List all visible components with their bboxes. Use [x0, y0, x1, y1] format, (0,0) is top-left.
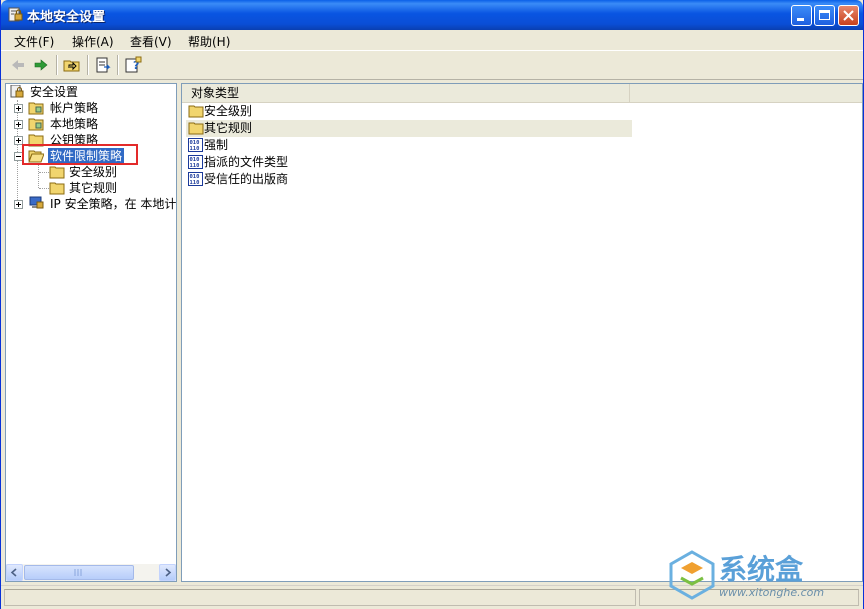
- main-window: 本地安全设置 文件(F) 操作(A) 查看(V) 帮助(H) ? 安全设置 帐户…: [0, 0, 864, 609]
- watermark-logo-icon: [669, 550, 715, 600]
- tree-item-local-policy[interactable]: 本地策略: [6, 116, 176, 132]
- close-button[interactable]: [838, 5, 859, 26]
- scroll-thumb[interactable]: [24, 565, 134, 580]
- list-label: 强制: [204, 138, 229, 152]
- expand-plus-icon[interactable]: [14, 200, 23, 209]
- tree-label: 安全设置: [30, 85, 79, 99]
- expand-plus-icon[interactable]: [14, 120, 23, 129]
- list-label: 受信任的出版商: [204, 172, 289, 186]
- menu-view[interactable]: 查看(V): [130, 33, 172, 50]
- toolbar-separator: [117, 55, 119, 75]
- computer-lock-icon: [29, 196, 44, 209]
- horizontal-scrollbar[interactable]: [6, 564, 176, 581]
- tree-pane[interactable]: 安全设置 帐户策略 本地策略 公钥策略 软件限制策略 安全级别 其它规则 IP …: [5, 83, 177, 582]
- column-header-object-type[interactable]: 对象类型: [182, 84, 630, 102]
- svg-text:110: 110: [190, 180, 200, 186]
- policy-folder-icon: [28, 102, 44, 115]
- folder-icon: [188, 122, 204, 135]
- annotation-highlight-box: [22, 144, 138, 165]
- tree-item-account-policy[interactable]: 帐户策略: [6, 100, 176, 116]
- site-watermark: 系统盒 www.xitonghe.com: [669, 548, 859, 604]
- maximize-icon: [819, 10, 830, 20]
- folder-icon: [188, 105, 204, 118]
- tree-item-security-levels[interactable]: 安全级别: [6, 164, 176, 180]
- grip-icon: [74, 569, 82, 576]
- toolbar-separator: [87, 55, 89, 75]
- list-label: 安全级别: [204, 104, 253, 118]
- back-arrow-icon[interactable]: [9, 56, 27, 74]
- toolbar: ?: [1, 51, 863, 80]
- security-settings-icon: [10, 85, 24, 98]
- chevron-left-icon: [10, 568, 17, 577]
- binary-setting-icon: 010 110: [188, 138, 203, 152]
- minimize-icon: [797, 18, 804, 21]
- column-header-row: 对象类型: [182, 84, 862, 103]
- chevron-right-icon: [165, 568, 172, 577]
- binary-setting-icon: 010 110: [188, 155, 203, 169]
- help-icon[interactable]: ?: [124, 56, 142, 74]
- watermark-url: www.xitonghe.com: [719, 586, 825, 599]
- binary-setting-icon: 010 110: [188, 172, 203, 186]
- close-icon: [843, 10, 854, 21]
- tree-label: 其它规则: [69, 181, 118, 195]
- folder-icon: [49, 182, 65, 195]
- menu-action[interactable]: 操作(A): [72, 33, 114, 50]
- svg-text:110: 110: [190, 146, 200, 152]
- svg-text:110: 110: [190, 163, 200, 169]
- menu-file[interactable]: 文件(F): [14, 33, 54, 50]
- list-item-security-levels[interactable]: 安全级别: [186, 103, 632, 120]
- expand-plus-icon[interactable]: [14, 104, 23, 113]
- tree-label: 本地策略: [50, 117, 99, 131]
- tree-label: 帐户策略: [50, 101, 99, 115]
- list-item-designated-file-types[interactable]: 010 110 指派的文件类型: [186, 154, 632, 171]
- tree-item-other-rules[interactable]: 其它规则: [6, 180, 176, 196]
- list-label: 指派的文件类型: [204, 155, 289, 169]
- list-label: 其它规则: [204, 121, 253, 135]
- tree-item-ip-security[interactable]: IP 安全策略，在 本地计: [6, 196, 176, 212]
- watermark-brand: 系统盒: [719, 553, 804, 586]
- maximize-button[interactable]: [814, 5, 835, 26]
- scroll-left-button[interactable]: [6, 564, 23, 581]
- list-item-trusted-publishers[interactable]: 010 110 受信任的出版商: [186, 171, 632, 188]
- list-item-other-rules[interactable]: 其它规则: [186, 120, 632, 137]
- menu-help[interactable]: 帮助(H): [188, 33, 230, 50]
- policy-folder-icon: [28, 118, 44, 131]
- toolbar-separator: [56, 55, 58, 75]
- forward-arrow-icon[interactable]: [32, 56, 50, 74]
- tree-label: 安全级别: [69, 165, 118, 179]
- window-title: 本地安全设置: [27, 10, 106, 25]
- details-pane[interactable]: 对象类型 安全级别 其它规则 010 110 强制 010 110 指派的文件类…: [181, 83, 863, 582]
- tree-label: IP 安全策略，在 本地计: [50, 197, 177, 211]
- folder-icon: [49, 166, 65, 179]
- title-bar[interactable]: 本地安全设置: [1, 0, 863, 30]
- minimize-button[interactable]: [791, 5, 812, 26]
- status-cell-main: [4, 589, 636, 606]
- security-settings-icon: [8, 7, 23, 22]
- export-list-icon[interactable]: [94, 56, 112, 74]
- list-item-enforcement[interactable]: 010 110 强制: [186, 137, 632, 154]
- up-one-level-icon[interactable]: [63, 56, 81, 74]
- menu-bar: 文件(F) 操作(A) 查看(V) 帮助(H): [1, 30, 863, 51]
- scroll-right-button[interactable]: [159, 564, 176, 581]
